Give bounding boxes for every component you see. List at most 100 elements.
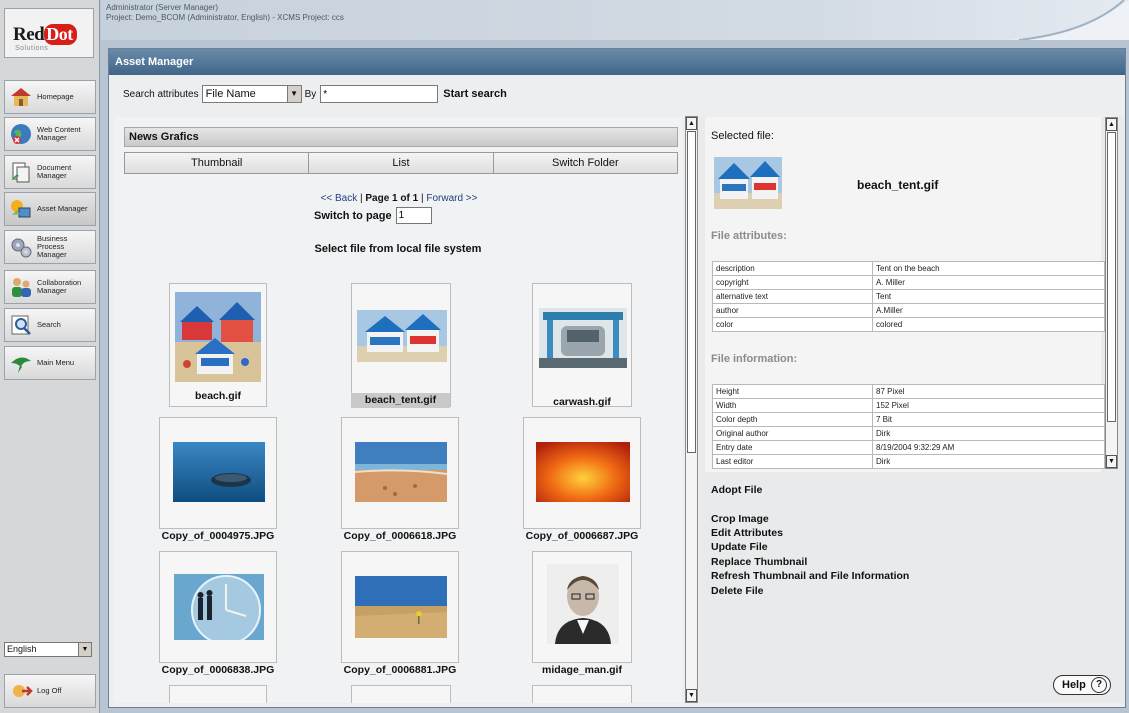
file-name[interactable]: Copy_of_0006618.JPG	[341, 529, 459, 544]
selected-file-thumbnail	[714, 157, 782, 209]
table-row: description Tent on the beach	[712, 261, 1105, 276]
clock-men-image	[174, 574, 264, 640]
file-details: Selected file: beach_tent.gif File attri…	[705, 117, 1105, 472]
table-row: Original author Dirk	[712, 426, 1105, 441]
switch-page-row: Switch to page	[314, 207, 432, 224]
thumbnail-partial[interactable]	[169, 685, 267, 703]
help-icon: ?	[1091, 677, 1107, 693]
refresh-thumbnail-link[interactable]: Refresh Thumbnail and File Information	[711, 570, 909, 582]
header-user-line: Administrator (Server Manager)	[106, 3, 219, 12]
portrait-image	[547, 564, 619, 644]
thumbnail-0006881[interactable]	[341, 551, 459, 663]
table-row: Entry date 8/19/2004 9:32:29 AM	[712, 440, 1105, 455]
select-local-file-link[interactable]: Select file from local file system	[114, 243, 682, 255]
header-project-line: Project: Demo_BCOM (Administrator, Engli…	[106, 13, 344, 22]
thumbnail-partial[interactable]	[351, 685, 451, 703]
file-name[interactable]: beach.gif	[169, 389, 267, 404]
language-select[interactable]: English ▼	[4, 642, 92, 657]
pager: << Back | Page 1 of 1 | Forward >>	[320, 193, 478, 204]
scroll-thumb[interactable]	[687, 131, 696, 453]
details-scrollbar[interactable]: ▲ ▼	[1105, 117, 1118, 469]
adopt-file-link[interactable]: Adopt File	[711, 484, 762, 496]
thumbnail-midage-man[interactable]	[532, 551, 632, 663]
thumbnail-0004975[interactable]	[159, 417, 277, 529]
delete-file-link[interactable]: Delete File	[711, 585, 764, 597]
thumbnail-partial[interactable]	[532, 685, 632, 703]
search-attributes-label: Search attributes	[123, 88, 199, 100]
thumbnail-0006687[interactable]	[523, 417, 641, 529]
switch-page-label: Switch to page	[314, 209, 392, 222]
sidebar-item-asset-manager[interactable]: Asset Manager	[4, 192, 96, 226]
file-information-table: Height 87 Pixel Width 152 Pixel Color dept…	[712, 384, 1105, 469]
file-name[interactable]: carwash.gif	[532, 395, 632, 410]
header-swoosh	[1009, 0, 1129, 40]
file-browser: News Grafics Thumbnail List Switch Folde…	[114, 117, 682, 703]
file-name[interactable]: Copy_of_0006881.JPG	[341, 663, 459, 678]
update-file-link[interactable]: Update File	[711, 541, 768, 553]
help-button[interactable]: Help ?	[1053, 675, 1111, 695]
thumbnail-0006618[interactable]	[341, 417, 459, 529]
carwash-image	[539, 308, 627, 368]
bird-icon	[9, 351, 33, 375]
magnifier-icon	[9, 313, 33, 337]
start-search-button[interactable]: Start search	[443, 88, 507, 100]
tab-list[interactable]: List	[309, 153, 494, 173]
thumbnail-0006838[interactable]	[159, 551, 277, 663]
table-row: Last editor Dirk	[712, 454, 1105, 469]
file-name[interactable]: Copy_of_0006838.JPG	[159, 663, 277, 678]
thumbnail-beach-tent[interactable]	[351, 283, 451, 407]
people-icon	[9, 275, 33, 299]
file-attributes-table: description Tent on the beach copyright A.…	[712, 261, 1105, 332]
table-row: Color depth 7 Bit	[712, 412, 1105, 427]
scroll-down-icon[interactable]: ▼	[1106, 455, 1117, 468]
file-name[interactable]: midage_man.gif	[532, 663, 632, 678]
attribute-select[interactable]: File Name ▼	[201, 85, 302, 103]
scroll-thumb[interactable]	[1107, 132, 1116, 422]
beach-image	[175, 292, 261, 382]
file-name-selected[interactable]: beach_tent.gif	[351, 393, 450, 408]
sidebar-item-web-content-manager[interactable]: Web Content Manager	[4, 117, 96, 151]
scroll-down-icon[interactable]: ▼	[686, 689, 697, 702]
tab-thumbnail[interactable]: Thumbnail	[125, 153, 310, 173]
view-tabs: Thumbnail List Switch Folder	[124, 152, 678, 174]
sidebar-item-collaboration-manager[interactable]: Collaboration Manager	[4, 270, 96, 304]
file-browser-scrollbar[interactable]: ▲ ▼	[685, 116, 698, 703]
page-number-input[interactable]	[395, 207, 432, 224]
sidebar: Red Dot Solutions Homepage Web Content Ma…	[0, 0, 100, 713]
table-row: Height 87 Pixel	[712, 384, 1105, 399]
boat-image	[173, 442, 265, 502]
beach-tent-image	[357, 310, 447, 362]
thumbnail-carwash[interactable]	[532, 283, 632, 407]
search-input[interactable]	[320, 85, 439, 103]
sidebar-item-main-menu[interactable]: Main Menu	[4, 346, 96, 380]
file-name[interactable]: Copy_of_0004975.JPG	[159, 529, 277, 544]
chevron-down-icon: ▼	[286, 86, 301, 102]
tab-switch-folder[interactable]: Switch Folder	[493, 153, 677, 173]
document-icon	[9, 160, 33, 184]
logoff-icon	[9, 679, 33, 703]
replace-thumbnail-link[interactable]: Replace Thumbnail	[711, 556, 807, 568]
reddot-logo: Red Dot Solutions	[4, 8, 94, 58]
edit-attributes-link[interactable]: Edit Attributes	[711, 527, 783, 539]
sidebar-item-business-process-manager[interactable]: Business Process Manager	[4, 230, 96, 264]
sidebar-item-search[interactable]: Search	[4, 308, 96, 342]
crop-image-link[interactable]: Crop Image	[711, 513, 769, 525]
pager-status: Page 1 of 1	[365, 193, 419, 204]
by-label: By	[304, 88, 317, 100]
scroll-up-icon[interactable]: ▲	[1106, 118, 1117, 131]
search-bar: Search attributes File Name ▼ By Start s…	[123, 85, 507, 103]
sidebar-item-document-manager[interactable]: Document Manager	[4, 155, 96, 189]
logoff-button[interactable]: Log Off	[4, 674, 96, 708]
globe-icon	[9, 122, 33, 146]
pager-back-link[interactable]: << Back	[321, 193, 358, 204]
asset-manager-panel: Asset Manager Search attributes File Nam…	[108, 48, 1126, 708]
header: Administrator (Server Manager) Project: …	[101, 0, 1129, 40]
folder-title: News Grafics	[124, 127, 678, 147]
gears-icon	[9, 235, 33, 259]
file-name[interactable]: Copy_of_0006687.JPG	[523, 529, 641, 544]
sidebar-item-homepage[interactable]: Homepage	[4, 80, 96, 114]
pager-forward-link[interactable]: Forward >>	[426, 193, 477, 204]
scroll-up-icon[interactable]: ▲	[686, 117, 697, 130]
table-row: color colored	[712, 317, 1105, 332]
beach-sand-image	[355, 442, 447, 502]
